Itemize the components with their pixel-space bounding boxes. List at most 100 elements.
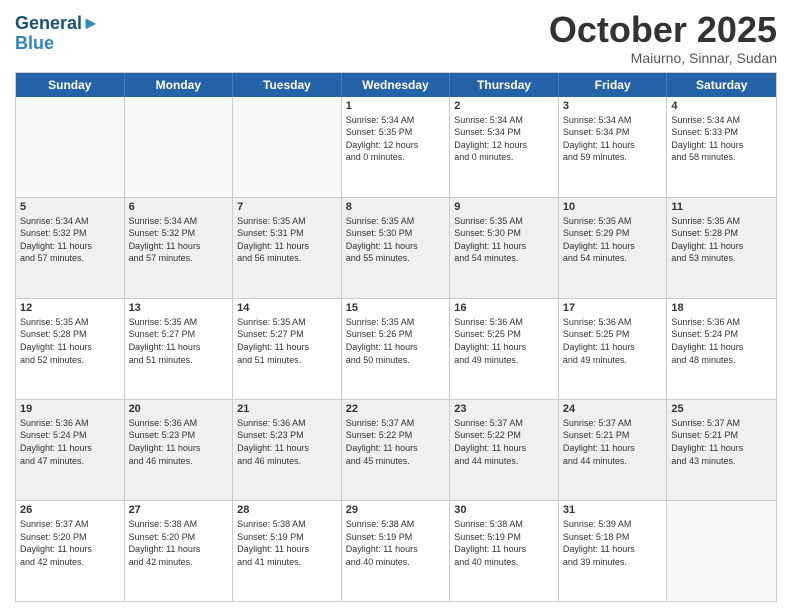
day-cell: 1 Sunrise: 5:34 AM Sunset: 5:35 PM Daylig… — [342, 97, 451, 197]
logo: General► Blue — [15, 10, 100, 54]
day-number: 22 — [346, 403, 446, 415]
day-cell: 22 Sunrise: 5:37 AM Sunset: 5:22 PM Dayli… — [342, 400, 451, 500]
day-info: Sunrise: 5:35 AM Sunset: 5:30 PM Dayligh… — [454, 215, 554, 265]
day-number: 7 — [237, 201, 337, 213]
day-number: 21 — [237, 403, 337, 415]
day-number: 12 — [20, 302, 120, 314]
calendar-header: SundayMondayTuesdayWednesdayThursdayFrid… — [16, 73, 776, 97]
day-number: 6 — [129, 201, 229, 213]
day-number: 19 — [20, 403, 120, 415]
day-info: Sunrise: 5:38 AM Sunset: 5:19 PM Dayligh… — [237, 518, 337, 568]
day-cell: 10 Sunrise: 5:35 AM Sunset: 5:29 PM Dayli… — [559, 198, 668, 298]
day-info: Sunrise: 5:35 AM Sunset: 5:29 PM Dayligh… — [563, 215, 663, 265]
day-number: 1 — [346, 100, 446, 112]
day-number: 11 — [671, 201, 772, 213]
day-info: Sunrise: 5:36 AM Sunset: 5:24 PM Dayligh… — [671, 316, 772, 366]
day-name-thursday: Thursday — [450, 73, 559, 97]
day-info: Sunrise: 5:34 AM Sunset: 5:35 PM Dayligh… — [346, 114, 446, 164]
day-info: Sunrise: 5:35 AM Sunset: 5:31 PM Dayligh… — [237, 215, 337, 265]
day-cell: 23Sunrise: 5:37 AM Sunset: 5:22 PM Dayli… — [450, 400, 559, 500]
day-info: Sunrise: 5:34 AM Sunset: 5:34 PM Dayligh… — [454, 114, 554, 164]
day-number: 17 — [563, 302, 663, 314]
day-cell: 28 Sunrise: 5:38 AM Sunset: 5:19 PM Dayli… — [233, 501, 342, 601]
day-name-wednesday: Wednesday — [342, 73, 451, 97]
day-info: Sunrise: 5:36 AM Sunset: 5:25 PM Dayligh… — [563, 316, 663, 366]
day-cell: 15 Sunrise: 5:35 AM Sunset: 5:26 PM Dayli… — [342, 299, 451, 399]
day-number: 26 — [20, 504, 120, 516]
day-cell — [125, 97, 234, 197]
day-number: 2 — [454, 100, 554, 112]
day-info: Sunrise: 5:35 AM Sunset: 5:27 PM Dayligh… — [237, 316, 337, 366]
day-cell: 20Sunrise: 5:36 AM Sunset: 5:23 PM Dayli… — [125, 400, 234, 500]
day-name-saturday: Saturday — [667, 73, 776, 97]
day-cell — [233, 97, 342, 197]
day-cell: 16Sunrise: 5:36 AM Sunset: 5:25 PM Dayli… — [450, 299, 559, 399]
day-info: Sunrise: 5:34 AM Sunset: 5:32 PM Dayligh… — [20, 215, 120, 265]
day-info: Sunrise: 5:37 AM Sunset: 5:21 PM Dayligh… — [671, 417, 772, 467]
day-cell: 14 Sunrise: 5:35 AM Sunset: 5:27 PM Dayli… — [233, 299, 342, 399]
week-row: 1 Sunrise: 5:34 AM Sunset: 5:35 PM Daylig… — [16, 97, 776, 197]
day-info: Sunrise: 5:38 AM Sunset: 5:19 PM Dayligh… — [346, 518, 446, 568]
month-title: October 2025 — [549, 10, 777, 50]
day-info: Sunrise: 5:35 AM Sunset: 5:28 PM Dayligh… — [671, 215, 772, 265]
day-number: 24 — [563, 403, 663, 415]
day-cell — [667, 501, 776, 601]
day-number: 5 — [20, 201, 120, 213]
calendar: SundayMondayTuesdayWednesdayThursdayFrid… — [15, 72, 777, 602]
day-cell: 13 Sunrise: 5:35 AM Sunset: 5:27 PM Dayli… — [125, 299, 234, 399]
day-info: Sunrise: 5:37 AM Sunset: 5:20 PM Dayligh… — [20, 518, 120, 568]
day-name-tuesday: Tuesday — [233, 73, 342, 97]
day-cell: 18 Sunrise: 5:36 AM Sunset: 5:24 PM Dayli… — [667, 299, 776, 399]
day-number: 10 — [563, 201, 663, 213]
location: Maiurno, Sinnar, Sudan — [549, 50, 777, 66]
day-info: Sunrise: 5:35 AM Sunset: 5:28 PM Dayligh… — [20, 316, 120, 366]
day-number: 15 — [346, 302, 446, 314]
day-name-monday: Monday — [125, 73, 234, 97]
day-number: 18 — [671, 302, 772, 314]
day-cell: 19Sunrise: 5:36 AM Sunset: 5:24 PM Dayli… — [16, 400, 125, 500]
day-info: Sunrise: 5:35 AM Sunset: 5:30 PM Dayligh… — [346, 215, 446, 265]
day-cell: 11 Sunrise: 5:35 AM Sunset: 5:28 PM Dayli… — [667, 198, 776, 298]
header: General► Blue October 2025 Maiurno, Sinn… — [15, 10, 777, 66]
day-cell: 27Sunrise: 5:38 AM Sunset: 5:20 PM Dayli… — [125, 501, 234, 601]
day-number: 25 — [671, 403, 772, 415]
day-number: 13 — [129, 302, 229, 314]
day-number: 29 — [346, 504, 446, 516]
day-number: 8 — [346, 201, 446, 213]
day-number: 31 — [563, 504, 663, 516]
day-cell: 7 Sunrise: 5:35 AM Sunset: 5:31 PM Daylig… — [233, 198, 342, 298]
day-cell: 8 Sunrise: 5:35 AM Sunset: 5:30 PM Daylig… — [342, 198, 451, 298]
day-number: 9 — [454, 201, 554, 213]
day-cell: 31 Sunrise: 5:39 AM Sunset: 5:18 PM Dayli… — [559, 501, 668, 601]
page: General► Blue October 2025 Maiurno, Sinn… — [0, 0, 792, 612]
day-cell: 30Sunrise: 5:38 AM Sunset: 5:19 PM Dayli… — [450, 501, 559, 601]
week-row: 19Sunrise: 5:36 AM Sunset: 5:24 PM Dayli… — [16, 399, 776, 500]
day-number: 4 — [671, 100, 772, 112]
day-cell: 29 Sunrise: 5:38 AM Sunset: 5:19 PM Dayli… — [342, 501, 451, 601]
day-number: 20 — [129, 403, 229, 415]
day-number: 14 — [237, 302, 337, 314]
day-cell: 21Sunrise: 5:36 AM Sunset: 5:23 PM Dayli… — [233, 400, 342, 500]
day-cell: 26 Sunrise: 5:37 AM Sunset: 5:20 PM Dayli… — [16, 501, 125, 601]
day-info: Sunrise: 5:34 AM Sunset: 5:32 PM Dayligh… — [129, 215, 229, 265]
day-cell: 5 Sunrise: 5:34 AM Sunset: 5:32 PM Daylig… — [16, 198, 125, 298]
day-info: Sunrise: 5:39 AM Sunset: 5:18 PM Dayligh… — [563, 518, 663, 568]
day-info: Sunrise: 5:38 AM Sunset: 5:20 PM Dayligh… — [129, 518, 229, 568]
day-info: Sunrise: 5:37 AM Sunset: 5:22 PM Dayligh… — [454, 417, 554, 467]
day-info: Sunrise: 5:35 AM Sunset: 5:27 PM Dayligh… — [129, 316, 229, 366]
day-name-friday: Friday — [559, 73, 668, 97]
day-name-sunday: Sunday — [16, 73, 125, 97]
day-info: Sunrise: 5:34 AM Sunset: 5:33 PM Dayligh… — [671, 114, 772, 164]
day-info: Sunrise: 5:37 AM Sunset: 5:22 PM Dayligh… — [346, 417, 446, 467]
calendar-body: 1 Sunrise: 5:34 AM Sunset: 5:35 PM Daylig… — [16, 97, 776, 601]
day-cell: 3Sunrise: 5:34 AM Sunset: 5:34 PM Daylig… — [559, 97, 668, 197]
week-row: 12 Sunrise: 5:35 AM Sunset: 5:28 PM Dayli… — [16, 298, 776, 399]
day-cell: 2 Sunrise: 5:34 AM Sunset: 5:34 PM Daylig… — [450, 97, 559, 197]
day-info: Sunrise: 5:34 AM Sunset: 5:34 PM Dayligh… — [563, 114, 663, 164]
day-cell: 25 Sunrise: 5:37 AM Sunset: 5:21 PM Dayli… — [667, 400, 776, 500]
day-number: 28 — [237, 504, 337, 516]
day-info: Sunrise: 5:35 AM Sunset: 5:26 PM Dayligh… — [346, 316, 446, 366]
logo-text-blue: Blue — [15, 34, 54, 54]
day-cell: 9 Sunrise: 5:35 AM Sunset: 5:30 PM Daylig… — [450, 198, 559, 298]
day-cell: 24Sunrise: 5:37 AM Sunset: 5:21 PM Dayli… — [559, 400, 668, 500]
